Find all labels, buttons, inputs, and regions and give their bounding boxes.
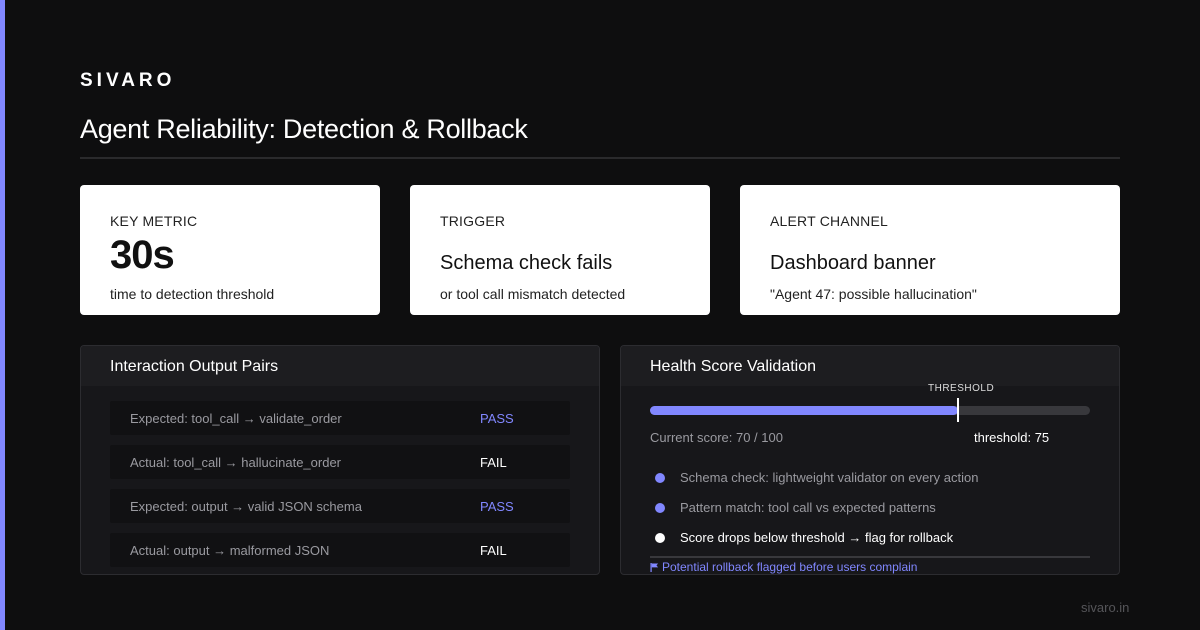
- threshold-marker: [957, 398, 959, 422]
- footer-url: sivaro.in: [1081, 600, 1130, 615]
- card-label: KEY METRIC: [110, 213, 198, 229]
- pair-text: Expected: output → valid JSON schema: [130, 499, 362, 514]
- health-score-panel: Health Score Validation THRESHOLD Curren…: [620, 345, 1120, 575]
- accent-bar: [0, 0, 5, 630]
- pair-row: Expected: output → valid JSON schema PAS…: [110, 489, 570, 523]
- pass-status: PASS: [480, 411, 514, 426]
- page-title: Agent Reliability: Detection & Rollback: [80, 114, 528, 144]
- current-score-text: Current score: 70 / 100: [650, 430, 783, 445]
- fail-status: FAIL: [480, 455, 507, 470]
- flag-icon: [650, 563, 659, 572]
- health-score-fill: [650, 406, 958, 415]
- callout-text: Potential rollback flagged before users …: [662, 560, 918, 574]
- card-subtext: "Agent 47: possible hallucination": [770, 286, 977, 302]
- rollback-callout: Potential rollback flagged before users …: [650, 560, 917, 574]
- threshold-value-text: threshold: 75: [974, 430, 1050, 445]
- card-value: Schema check fails: [440, 252, 613, 274]
- title-divider: [80, 157, 1120, 159]
- card-label: TRIGGER: [440, 213, 506, 229]
- alert-channel-card: ALERT CHANNEL Dashboard banner "Agent 47…: [740, 185, 1120, 315]
- threshold-label: THRESHOLD: [928, 383, 995, 394]
- bullet-dot-icon: [655, 473, 665, 483]
- card-subtext: or tool call mismatch detected: [440, 286, 626, 302]
- bullet-dot-icon: [655, 503, 665, 513]
- key-metric-card: KEY METRIC 30s time to detection thresho…: [80, 185, 380, 315]
- bullet-dot-icon: [655, 533, 665, 543]
- bullet-text: Schema check: lightweight validator on e…: [680, 470, 979, 485]
- interaction-pairs-panel: Interaction Output Pairs Expected: tool_…: [80, 345, 600, 575]
- pair-row: Actual: tool_call → hallucinate_order FA…: [110, 445, 570, 479]
- pair-row: Expected: tool_call → validate_order PAS…: [110, 401, 570, 435]
- panel-header: Health Score Validation: [621, 346, 1119, 386]
- card-subtext: time to detection threshold: [110, 286, 275, 302]
- card-label: ALERT CHANNEL: [770, 213, 889, 229]
- health-score-bar: [650, 398, 1090, 422]
- card-value: Dashboard banner: [770, 252, 936, 274]
- pair-text: Actual: output → malformed JSON: [130, 543, 330, 558]
- pass-status: PASS: [480, 499, 514, 514]
- bullet-text: Score drops below threshold → flag for r…: [680, 530, 954, 545]
- pair-text: Actual: tool_call → hallucinate_order: [130, 455, 342, 470]
- trigger-card: TRIGGER Schema check fails or tool call …: [410, 185, 710, 315]
- panel-title: Health Score Validation: [650, 358, 817, 375]
- card-value: 30s: [110, 233, 175, 277]
- callout-divider: [650, 556, 1090, 558]
- fail-status: FAIL: [480, 543, 507, 558]
- panel-title: Interaction Output Pairs: [110, 358, 279, 375]
- brand-logo: SIVARO: [80, 70, 176, 91]
- pair-text: Expected: tool_call → validate_order: [130, 411, 342, 426]
- bullet-text: Pattern match: tool call vs expected pat…: [680, 500, 936, 515]
- panel-header: Interaction Output Pairs: [81, 346, 599, 386]
- pair-row: Actual: output → malformed JSON FAIL: [110, 533, 570, 567]
